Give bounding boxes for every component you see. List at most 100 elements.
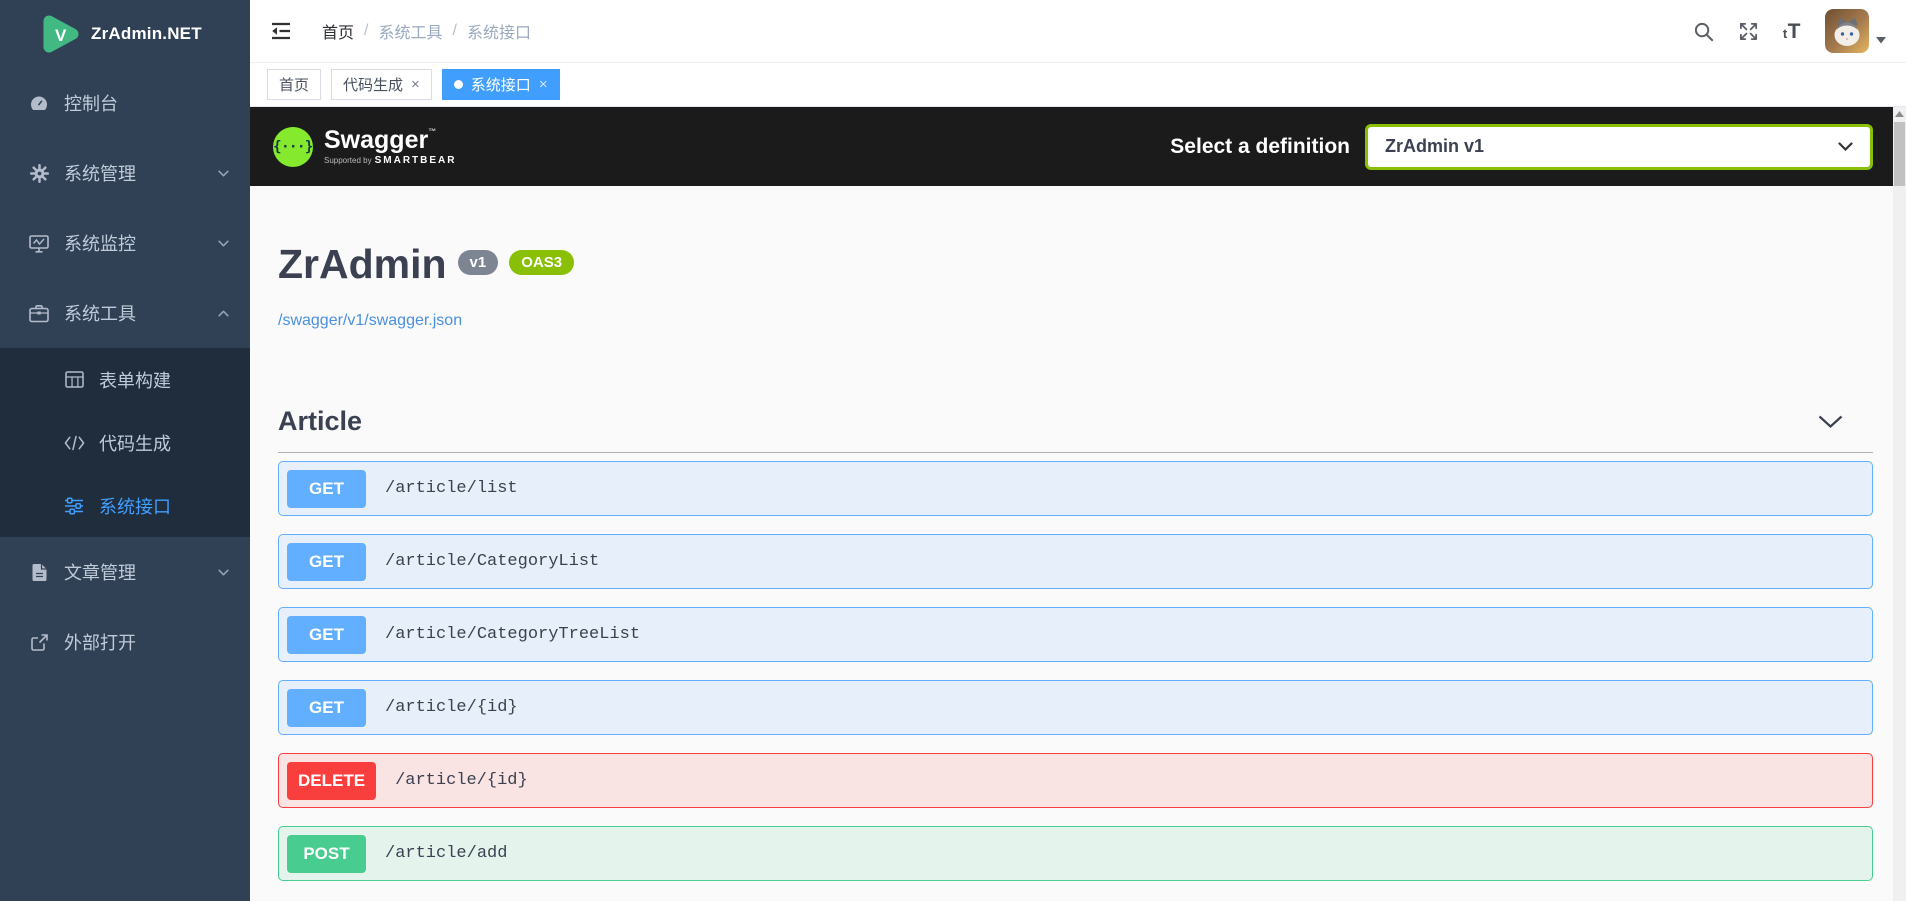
sidebar-item-system-management[interactable]: 系统管理 bbox=[0, 138, 250, 208]
method-badge: GET bbox=[287, 615, 366, 654]
chevron-up-icon bbox=[217, 307, 230, 320]
sidebar-item-label: 代码生成 bbox=[99, 433, 171, 454]
method-badge: POST bbox=[287, 834, 366, 873]
sidebar-item-label: 系统接口 bbox=[99, 496, 171, 517]
sidebar-item-label: 表单构建 bbox=[99, 370, 171, 391]
scrollbar-thumb[interactable] bbox=[1894, 122, 1905, 186]
endpoint-path: /article/{id} bbox=[385, 698, 518, 718]
sidebar-item-system-tools[interactable]: 系统工具 bbox=[0, 278, 250, 348]
api-title-row: ZrAdmin v1 OAS3 bbox=[278, 241, 1873, 288]
table-icon bbox=[62, 371, 86, 388]
tab-label: 系统接口 bbox=[470, 77, 531, 94]
gear-icon bbox=[27, 163, 51, 183]
section-collapse-icon[interactable] bbox=[1818, 415, 1843, 429]
swagger-topbar: {···} Swagger™ Supported by SMARTBEAR Sel… bbox=[250, 107, 1906, 186]
section-header-article[interactable]: Article bbox=[278, 406, 1873, 437]
breadcrumb: 首页 / 系统工具 / 系统接口 bbox=[322, 19, 531, 43]
endpoint-row[interactable]: GET/article/{id} bbox=[278, 680, 1873, 736]
tab-close-icon[interactable]: × bbox=[411, 77, 420, 92]
sidebar-item-label: 控制台 bbox=[64, 94, 118, 114]
font-size-glyph: tT bbox=[1782, 19, 1801, 43]
scrollbar[interactable] bbox=[1893, 107, 1906, 901]
tab-home[interactable]: 首页 bbox=[267, 69, 322, 100]
tabs-bar: 首页 代码生成 × 系统接口 × bbox=[250, 63, 1906, 107]
avatar[interactable] bbox=[1825, 9, 1869, 53]
swagger-logo-icon: {···} bbox=[273, 126, 313, 167]
sliders-icon bbox=[62, 497, 86, 515]
swagger-logo-text: Swagger™ Supported by SMARTBEAR bbox=[324, 125, 457, 166]
sidebar-item-console[interactable]: 控制台 bbox=[0, 68, 250, 138]
sidebar: V ZrAdmin.NET 控制台系统管理系统监控系统工具表单构建代码生成系统接… bbox=[0, 0, 250, 901]
endpoint-row[interactable]: DELETE/article/{id} bbox=[278, 753, 1873, 809]
tab-close-icon[interactable]: × bbox=[539, 77, 548, 92]
definition-select-group: Select a definition ZrAdmin v1 bbox=[1170, 123, 1873, 170]
chevron-down-icon bbox=[217, 167, 230, 180]
method-badge: GET bbox=[287, 469, 366, 508]
code-icon bbox=[62, 435, 86, 451]
tab-label: 代码生成 bbox=[343, 77, 404, 94]
endpoint-row[interactable]: GET/article/CategoryTreeList bbox=[278, 607, 1873, 663]
sidebar-item-external-open[interactable]: 外部打开 bbox=[0, 607, 250, 677]
sidebar-item-form-builder[interactable]: 表单构建 bbox=[0, 348, 250, 411]
app-title: ZrAdmin.NET bbox=[91, 24, 202, 43]
fullscreen-icon[interactable] bbox=[1738, 21, 1759, 42]
api-title: ZrAdmin bbox=[278, 241, 447, 287]
endpoint-row[interactable]: GET/article/list bbox=[278, 461, 1873, 517]
app-logo[interactable]: V ZrAdmin.NET bbox=[0, 0, 250, 68]
sidebar-submenu: 表单构建代码生成系统接口 bbox=[0, 348, 250, 537]
breadcrumb-separator: / bbox=[364, 22, 369, 39]
scrollbar-up-arrow[interactable] bbox=[1893, 107, 1906, 121]
section-title: Article bbox=[278, 406, 363, 437]
smartbear-brand: SMARTBEAR bbox=[374, 154, 457, 166]
active-tab-dot bbox=[453, 80, 463, 89]
search-icon[interactable] bbox=[1693, 21, 1714, 42]
app-logo-icon: V bbox=[40, 14, 80, 54]
tab-system-api[interactable]: 系统接口 × bbox=[441, 69, 560, 100]
definition-select-value: ZrAdmin v1 bbox=[1385, 136, 1485, 156]
sidebar-item-label: 系统监控 bbox=[64, 234, 136, 254]
monitor-icon bbox=[27, 234, 51, 253]
swagger-logo[interactable]: {···} Swagger™ Supported by SMARTBEAR bbox=[273, 125, 457, 167]
breadcrumb-item[interactable]: 系统工具 bbox=[378, 19, 442, 43]
tab-code-generator[interactable]: 代码生成 × bbox=[331, 69, 432, 100]
definition-select-label: Select a definition bbox=[1170, 134, 1350, 158]
endpoint-row[interactable]: POST/article/add bbox=[278, 826, 1873, 882]
document-icon bbox=[27, 563, 51, 582]
fold-sidebar-icon[interactable] bbox=[271, 22, 291, 40]
chevron-down-icon bbox=[1838, 142, 1853, 151]
spec-url-link[interactable]: /swagger/v1/swagger.json bbox=[278, 312, 462, 330]
breadcrumb-separator: / bbox=[452, 22, 457, 39]
tab-label: 首页 bbox=[279, 77, 310, 94]
endpoint-path: /article/list bbox=[385, 479, 518, 499]
sidebar-item-label: 系统管理 bbox=[64, 164, 136, 184]
sidebar-item-system-monitor[interactable]: 系统监控 bbox=[0, 208, 250, 278]
dashboard-icon bbox=[27, 94, 51, 112]
font-size-icon[interactable]: tT bbox=[1783, 21, 1801, 42]
chevron-down-icon bbox=[217, 237, 230, 250]
external-link-icon bbox=[27, 633, 51, 652]
app-root: V ZrAdmin.NET 控制台 系统管理 系统监控 系统工具 表单构建 代码生成 系统接… bbox=[0, 0, 1906, 901]
main-area: 首页 / 系统工具 / 系统接口 tT 首页 代码生成 × 系统接口 × {··… bbox=[250, 0, 1906, 901]
endpoint-path: /article/CategoryList bbox=[385, 552, 600, 572]
method-badge: GET bbox=[287, 542, 366, 581]
breadcrumb-item[interactable]: 系统接口 bbox=[467, 19, 531, 43]
caret-down-icon bbox=[1876, 31, 1886, 49]
sidebar-item-label: 外部打开 bbox=[64, 633, 136, 653]
header-actions: tT bbox=[1693, 9, 1886, 53]
user-menu[interactable] bbox=[1825, 9, 1886, 53]
endpoint-path: /article/{id} bbox=[395, 771, 528, 791]
breadcrumb-item[interactable]: 首页 bbox=[322, 19, 354, 43]
trademark-symbol: ™ bbox=[428, 126, 437, 136]
sidebar-item-label: 文章管理 bbox=[64, 563, 136, 583]
swagger-frame: {···} Swagger™ Supported by SMARTBEAR Sel… bbox=[250, 107, 1906, 901]
definition-select[interactable]: ZrAdmin v1 bbox=[1365, 123, 1873, 170]
section-divider bbox=[278, 452, 1873, 454]
top-header: 首页 / 系统工具 / 系统接口 tT bbox=[250, 0, 1906, 63]
chevron-down-icon bbox=[217, 566, 230, 579]
endpoint-list: GET/article/list GET/article/CategoryList… bbox=[278, 461, 1873, 882]
sidebar-item-article-management[interactable]: 文章管理 bbox=[0, 537, 250, 607]
sidebar-item-code-generator[interactable]: 代码生成 bbox=[0, 411, 250, 474]
sidebar-item-label: 系统工具 bbox=[64, 304, 136, 324]
sidebar-item-system-api[interactable]: 系统接口 bbox=[0, 474, 250, 537]
endpoint-row[interactable]: GET/article/CategoryList bbox=[278, 534, 1873, 590]
